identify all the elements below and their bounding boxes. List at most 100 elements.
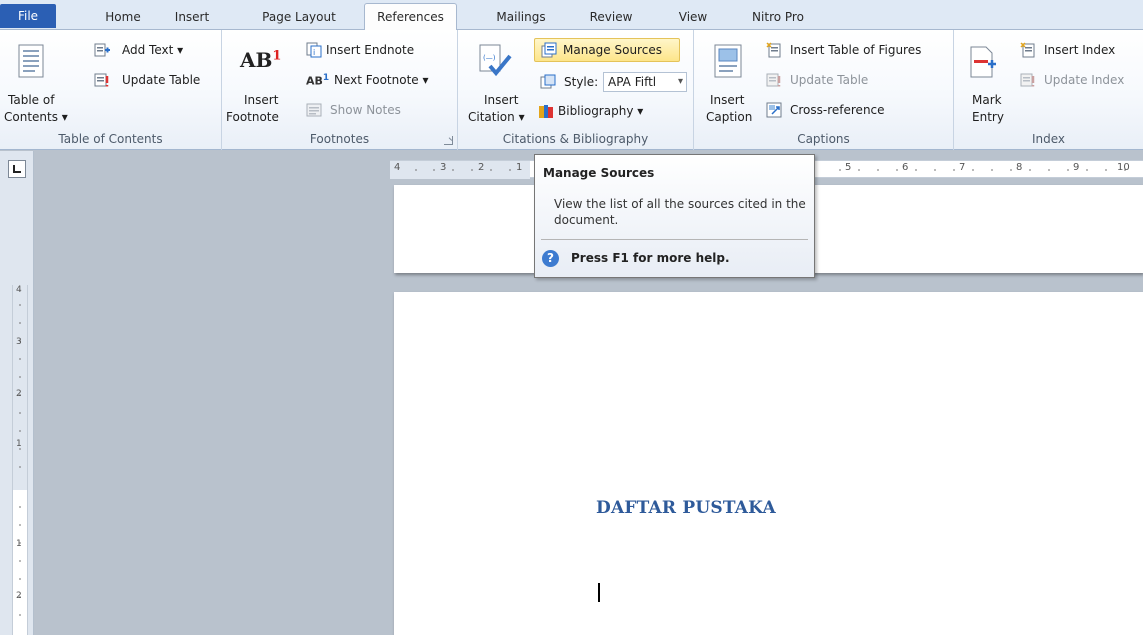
tab-page-layout[interactable]: Page Layout xyxy=(252,6,346,30)
text-cursor xyxy=(598,583,600,602)
tab-nitro-pro[interactable]: Nitro Pro xyxy=(742,6,814,30)
captions-update-table-label: Update Table xyxy=(790,73,869,87)
group-captions: Insert Caption Insert Table of Figures U… xyxy=(694,30,954,150)
svg-text:(—): (—) xyxy=(483,54,496,62)
style-dropdown[interactable]: APA Fiftl ▾ xyxy=(603,72,687,92)
manage-sources-label: Manage Sources xyxy=(563,43,662,57)
style-dropdown-value: APA Fiftl xyxy=(608,75,657,89)
show-notes-label: Show Notes xyxy=(330,103,401,117)
add-text-button[interactable]: Add Text ▾ xyxy=(94,42,204,60)
group-label-footnotes: Footnotes xyxy=(309,132,370,146)
insert-citation-icon: (—) xyxy=(479,44,512,77)
add-text-label: Add Text ▾ xyxy=(122,43,184,57)
vruler-label-3: 3 xyxy=(16,337,22,347)
vruler-label-2b: 2 xyxy=(16,591,22,601)
group-label-captions: Captions xyxy=(797,132,850,146)
manage-sources-icon xyxy=(541,42,557,58)
vertical-ruler[interactable]: 4 3 2 1 1 2 xyxy=(12,285,28,635)
group-label-table-of-contents: Table of Contents xyxy=(58,132,163,146)
insert-caption-label-line1: Insert xyxy=(710,93,745,107)
vruler-label-2: 2 xyxy=(16,389,22,399)
insert-endnote-button[interactable]: i Insert Endnote xyxy=(306,42,446,60)
style-dropdown-arrow-icon[interactable]: ▾ xyxy=(678,73,683,91)
group-citations-bibliography: (—) Insert Citation ▾ Manage Sources Sty… xyxy=(458,30,694,150)
cross-reference-icon xyxy=(766,102,782,118)
mark-entry-icon xyxy=(970,46,996,78)
toc-label-line2: Contents ▾ xyxy=(4,110,68,124)
insert-endnote-label: Insert Endnote xyxy=(326,43,415,57)
tooltip-divider xyxy=(541,239,808,240)
tab-insert[interactable]: Insert xyxy=(168,6,216,30)
tooltip-help-text: Press F1 for more help. xyxy=(571,251,730,265)
next-footnote-button[interactable]: AB1 Next Footnote ▾ xyxy=(306,72,446,90)
insert-caption-icon xyxy=(714,44,742,78)
update-table-button[interactable]: Update Table xyxy=(94,72,216,90)
insert-citation-label-line1: Insert xyxy=(484,93,519,107)
hruler-label-4: 4 xyxy=(394,162,401,173)
tooltip-body: View the list of all the sources cited i… xyxy=(554,197,806,227)
bibliography-label: Bibliography ▾ xyxy=(558,104,644,118)
table-of-contents-icon xyxy=(18,44,44,78)
insert-footnote-icon: AB1 xyxy=(240,48,282,72)
next-footnote-icon: AB1 xyxy=(306,73,330,88)
hruler-label-1: 1 xyxy=(516,162,523,173)
insert-citation-label-line2: Citation ▾ xyxy=(468,110,525,124)
manage-sources-button[interactable]: Manage Sources xyxy=(534,38,680,62)
group-footnotes: AB1 Insert Footnote i Insert Endnote AB1… xyxy=(222,30,458,150)
insert-footnote-label-line2: Footnote xyxy=(226,110,279,124)
update-index-icon xyxy=(1020,73,1035,87)
table-of-contents-button[interactable]: Table of Contents ▾ xyxy=(4,34,68,130)
insert-index-icon xyxy=(1020,42,1035,58)
group-label-citations-bibliography: Citations & Bibliography xyxy=(502,132,649,146)
cross-reference-button[interactable]: Cross-reference xyxy=(766,102,906,120)
tab-home[interactable]: Home xyxy=(100,6,146,30)
captions-update-table-button[interactable]: Update Table xyxy=(766,72,896,90)
insert-table-of-figures-button[interactable]: Insert Table of Figures xyxy=(766,42,950,60)
vruler-label-4: 4 xyxy=(16,285,22,295)
manage-sources-tooltip: Manage Sources View the list of all the … xyxy=(534,154,815,278)
group-label-index: Index xyxy=(1031,132,1066,146)
insert-caption-label-line2: Caption xyxy=(706,110,753,124)
hruler-label-8: 8 xyxy=(1016,162,1023,173)
document-page-current[interactable] xyxy=(394,292,1143,635)
tab-file[interactable]: File xyxy=(0,4,56,28)
update-index-button[interactable]: Update Index xyxy=(1020,72,1142,90)
show-notes-button[interactable]: Show Notes xyxy=(306,102,426,120)
vruler-label-1: 1 xyxy=(16,439,22,449)
style-icon xyxy=(540,74,556,89)
tab-view[interactable]: View xyxy=(674,6,712,30)
ribbon: Table of Contents ▾ Add Text ▾ Update Ta… xyxy=(0,30,1143,150)
tab-review[interactable]: Review xyxy=(586,6,636,30)
group-table-of-contents: Table of Contents ▾ Add Text ▾ Update Ta… xyxy=(0,30,222,150)
document-heading[interactable]: DAFTAR PUSTAKA xyxy=(596,498,776,518)
bibliography-icon xyxy=(539,105,553,118)
tab-stop-selector[interactable] xyxy=(8,160,26,178)
tab-references[interactable]: References xyxy=(364,3,457,31)
insert-citation-button[interactable]: (—) Insert Citation ▾ xyxy=(464,34,530,130)
next-footnote-label: Next Footnote ▾ xyxy=(334,73,429,87)
insert-table-of-figures-label: Insert Table of Figures xyxy=(790,43,922,57)
update-table-icon xyxy=(94,73,109,87)
mark-entry-button[interactable]: Mark Entry xyxy=(958,34,1010,130)
hruler-label-6: 6 xyxy=(902,162,909,173)
ribbon-tab-bar: File Home Insert Page Layout References … xyxy=(0,0,1143,31)
help-icon: ? xyxy=(542,250,559,267)
insert-footnote-label-line1: Insert xyxy=(244,93,279,107)
captions-update-table-icon xyxy=(766,73,781,87)
insert-index-button[interactable]: Insert Index xyxy=(1020,42,1140,60)
mark-entry-label-line2: Entry xyxy=(972,110,1004,124)
footnotes-dialog-launcher-icon[interactable] xyxy=(444,136,453,145)
insert-caption-button[interactable]: Insert Caption xyxy=(698,34,758,130)
tab-mailings[interactable]: Mailings xyxy=(490,6,552,30)
vruler-label-1b: 1 xyxy=(16,539,22,549)
hruler-label-7: 7 xyxy=(959,162,966,173)
update-index-label: Update Index xyxy=(1044,73,1125,87)
insert-index-label: Insert Index xyxy=(1044,43,1116,57)
cross-reference-label: Cross-reference xyxy=(790,103,885,117)
show-notes-icon xyxy=(306,103,322,117)
tooltip-title: Manage Sources xyxy=(543,166,655,180)
bibliography-button[interactable]: Bibliography ▾ xyxy=(538,102,678,122)
insert-footnote-button[interactable]: AB1 Insert Footnote xyxy=(226,34,284,130)
hruler-label-2: 2 xyxy=(478,162,485,173)
group-index: Mark Entry Insert Index Update Index Ind… xyxy=(954,30,1143,150)
